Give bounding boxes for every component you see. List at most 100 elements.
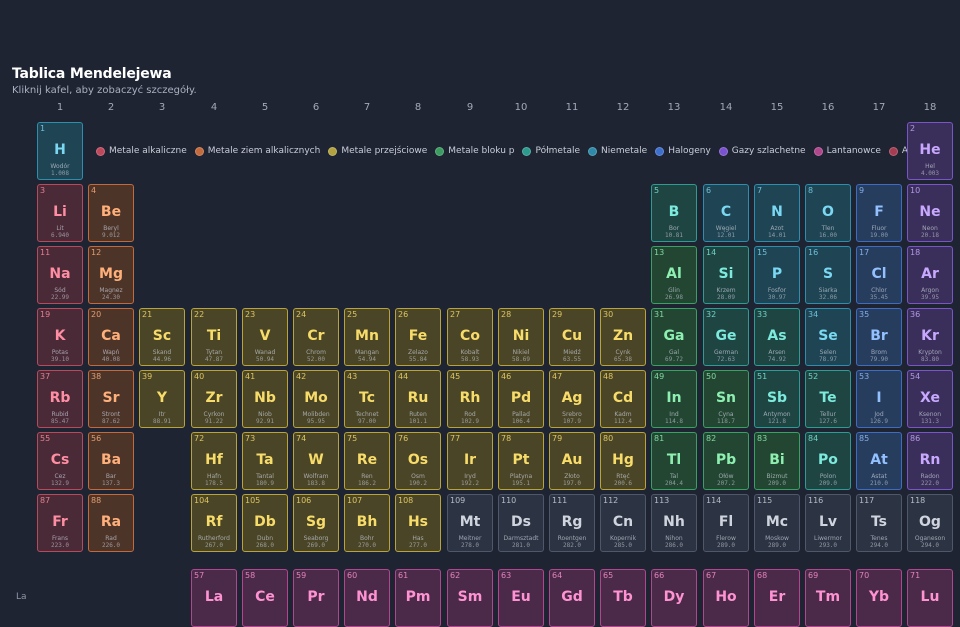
element-tile-cs[interactable]: 55 Cs Cez 132.9 — [37, 432, 83, 490]
element-tile-be[interactable]: 4 Be Beryl 9.012 — [88, 184, 134, 242]
element-tile-sg[interactable]: 106 Sg Seaborg 269.0 — [293, 494, 339, 552]
element-tile-ts[interactable]: 117 Ts Tenes 294.0 — [856, 494, 902, 552]
element-tile-as[interactable]: 33 As Arsen 74.92 — [754, 308, 800, 366]
element-tile-cn[interactable]: 112 Cn Kopernik 285.0 — [600, 494, 646, 552]
element-tile-hf[interactable]: 72 Hf Hafn 178.5 — [191, 432, 237, 490]
element-tile-nd[interactable]: 60 Nd — [344, 569, 390, 627]
element-tile-pt[interactable]: 78 Pt Platyna 195.1 — [498, 432, 544, 490]
element-tile-sn[interactable]: 50 Sn Cyna 118.7 — [703, 370, 749, 428]
element-tile-sr[interactable]: 38 Sr Stront 87.62 — [88, 370, 134, 428]
element-tile-fe[interactable]: 26 Fe Żelazo 55.84 — [395, 308, 441, 366]
element-tile-cl[interactable]: 17 Cl Chlor 35.45 — [856, 246, 902, 304]
element-tile-n[interactable]: 7 N Azot 14.01 — [754, 184, 800, 242]
element-tile-lv[interactable]: 116 Lv Liwermor 293.0 — [805, 494, 851, 552]
element-tile-tl[interactable]: 81 Tl Tal 204.4 — [651, 432, 697, 490]
element-tile-ds[interactable]: 110 Ds Darmsztadt 281.0 — [498, 494, 544, 552]
element-tile-og[interactable]: 118 Og Oganeson 294.0 — [907, 494, 953, 552]
element-tile-tc[interactable]: 43 Tc Technet 97.00 — [344, 370, 390, 428]
element-tile-cu[interactable]: 29 Cu Miedź 63.55 — [549, 308, 595, 366]
element-tile-h[interactable]: 1 H Wodór 1.008 — [37, 122, 83, 180]
element-tile-xe[interactable]: 54 Xe Ksenon 131.3 — [907, 370, 953, 428]
element-tile-lu[interactable]: 71 Lu — [907, 569, 953, 627]
element-tile-i[interactable]: 53 I Jod 126.9 — [856, 370, 902, 428]
element-tile-tm[interactable]: 69 Tm — [805, 569, 851, 627]
element-tile-sm[interactable]: 62 Sm — [447, 569, 493, 627]
element-tile-re[interactable]: 75 Re Ren 186.2 — [344, 432, 390, 490]
element-tile-gd[interactable]: 64 Gd — [549, 569, 595, 627]
element-tile-ba[interactable]: 56 Ba Bar 137.3 — [88, 432, 134, 490]
element-tile-ga[interactable]: 31 Ga Gal 69.72 — [651, 308, 697, 366]
element-tile-at[interactable]: 85 At Astat 210.0 — [856, 432, 902, 490]
element-tile-cd[interactable]: 48 Cd Kadm 112.4 — [600, 370, 646, 428]
element-tile-in[interactable]: 49 In Ind 114.8 — [651, 370, 697, 428]
element-tile-ru[interactable]: 44 Ru Ruten 101.1 — [395, 370, 441, 428]
element-tile-w[interactable]: 74 W Wolfram 183.8 — [293, 432, 339, 490]
element-tile-ar[interactable]: 18 Ar Argon 39.95 — [907, 246, 953, 304]
element-tile-li[interactable]: 3 Li Lit 6.940 — [37, 184, 83, 242]
element-tile-fr[interactable]: 87 Fr Frans 223.0 — [37, 494, 83, 552]
element-tile-mg[interactable]: 12 Mg Magnez 24.30 — [88, 246, 134, 304]
element-tile-zr[interactable]: 40 Zr Cyrkon 91.22 — [191, 370, 237, 428]
element-tile-f[interactable]: 9 F Fluor 19.00 — [856, 184, 902, 242]
element-tile-s[interactable]: 16 S Siarka 32.06 — [805, 246, 851, 304]
element-tile-db[interactable]: 105 Db Dubn 268.0 — [242, 494, 288, 552]
element-tile-he[interactable]: 2 He Hel 4.003 — [907, 122, 953, 180]
element-tile-o[interactable]: 8 O Tlen 16.00 — [805, 184, 851, 242]
element-tile-ir[interactable]: 77 Ir Iryd 192.2 — [447, 432, 493, 490]
element-tile-eu[interactable]: 63 Eu — [498, 569, 544, 627]
element-tile-tb[interactable]: 65 Tb — [600, 569, 646, 627]
element-tile-sc[interactable]: 21 Sc Skand 44.96 — [139, 308, 185, 366]
element-tile-po[interactable]: 84 Po Polon 209.0 — [805, 432, 851, 490]
element-tile-mc[interactable]: 115 Mc Moskow 289.0 — [754, 494, 800, 552]
element-tile-pr[interactable]: 59 Pr — [293, 569, 339, 627]
element-tile-ge[interactable]: 32 Ge German 72.63 — [703, 308, 749, 366]
element-tile-rf[interactable]: 104 Rf Rutherford 267.0 — [191, 494, 237, 552]
element-tile-fl[interactable]: 114 Fl Flerow 289.0 — [703, 494, 749, 552]
element-tile-bh[interactable]: 107 Bh Bohr 270.0 — [344, 494, 390, 552]
element-tile-br[interactable]: 35 Br Brom 79.90 — [856, 308, 902, 366]
element-tile-ne[interactable]: 10 Ne Neon 20.18 — [907, 184, 953, 242]
element-tile-v[interactable]: 23 V Wanad 50.94 — [242, 308, 288, 366]
element-tile-hg[interactable]: 80 Hg Rtęć 200.6 — [600, 432, 646, 490]
element-tile-au[interactable]: 79 Au Złoto 197.0 — [549, 432, 595, 490]
element-tile-mt[interactable]: 109 Mt Meitner 278.0 — [447, 494, 493, 552]
element-tile-ta[interactable]: 73 Ta Tantal 180.9 — [242, 432, 288, 490]
element-tile-y[interactable]: 39 Y Itr 88.91 — [139, 370, 185, 428]
element-tile-dy[interactable]: 66 Dy — [651, 569, 697, 627]
element-tile-k[interactable]: 19 K Potas 39.10 — [37, 308, 83, 366]
element-tile-b[interactable]: 5 B Bor 10.81 — [651, 184, 697, 242]
element-tile-ra[interactable]: 88 Ra Rad 226.0 — [88, 494, 134, 552]
element-tile-bi[interactable]: 83 Bi Bizmut 209.0 — [754, 432, 800, 490]
element-tile-nb[interactable]: 41 Nb Niob 92.91 — [242, 370, 288, 428]
element-tile-hs[interactable]: 108 Hs Has 277.0 — [395, 494, 441, 552]
element-tile-nh[interactable]: 113 Nh Nihon 286.0 — [651, 494, 697, 552]
element-tile-sb[interactable]: 51 Sb Antymon 121.8 — [754, 370, 800, 428]
element-tile-ag[interactable]: 47 Ag Srebro 107.9 — [549, 370, 595, 428]
element-tile-na[interactable]: 11 Na Sód 22.99 — [37, 246, 83, 304]
element-tile-c[interactable]: 6 C Węgiel 12.01 — [703, 184, 749, 242]
element-tile-p[interactable]: 15 P Fosfor 30.97 — [754, 246, 800, 304]
element-tile-mo[interactable]: 42 Mo Molibden 95.95 — [293, 370, 339, 428]
element-tile-rb[interactable]: 37 Rb Rubid 85.47 — [37, 370, 83, 428]
element-tile-ti[interactable]: 22 Ti Tytan 47.87 — [191, 308, 237, 366]
element-tile-co[interactable]: 27 Co Kobalt 58.93 — [447, 308, 493, 366]
element-tile-rn[interactable]: 86 Rn Radon 222.0 — [907, 432, 953, 490]
element-tile-ho[interactable]: 67 Ho — [703, 569, 749, 627]
element-tile-pd[interactable]: 46 Pd Pallad 106.4 — [498, 370, 544, 428]
element-tile-si[interactable]: 14 Si Krzem 28.09 — [703, 246, 749, 304]
element-tile-er[interactable]: 68 Er — [754, 569, 800, 627]
element-tile-os[interactable]: 76 Os Osm 190.2 — [395, 432, 441, 490]
element-tile-ni[interactable]: 28 Ni Nikiel 58.69 — [498, 308, 544, 366]
element-tile-mn[interactable]: 25 Mn Mangan 54.94 — [344, 308, 390, 366]
element-tile-rg[interactable]: 111 Rg Roentgen 282.0 — [549, 494, 595, 552]
element-tile-se[interactable]: 34 Se Selen 78.97 — [805, 308, 851, 366]
element-tile-cr[interactable]: 24 Cr Chrom 52.00 — [293, 308, 339, 366]
element-tile-al[interactable]: 13 Al Glin 26.98 — [651, 246, 697, 304]
element-tile-la[interactable]: 57 La — [191, 569, 237, 627]
element-tile-pb[interactable]: 82 Pb Ołów 207.2 — [703, 432, 749, 490]
element-tile-pm[interactable]: 61 Pm — [395, 569, 441, 627]
element-tile-rh[interactable]: 45 Rh Rod 102.9 — [447, 370, 493, 428]
element-tile-ca[interactable]: 20 Ca Wapń 40.08 — [88, 308, 134, 366]
element-tile-te[interactable]: 52 Te Tellur 127.6 — [805, 370, 851, 428]
element-tile-yb[interactable]: 70 Yb — [856, 569, 902, 627]
